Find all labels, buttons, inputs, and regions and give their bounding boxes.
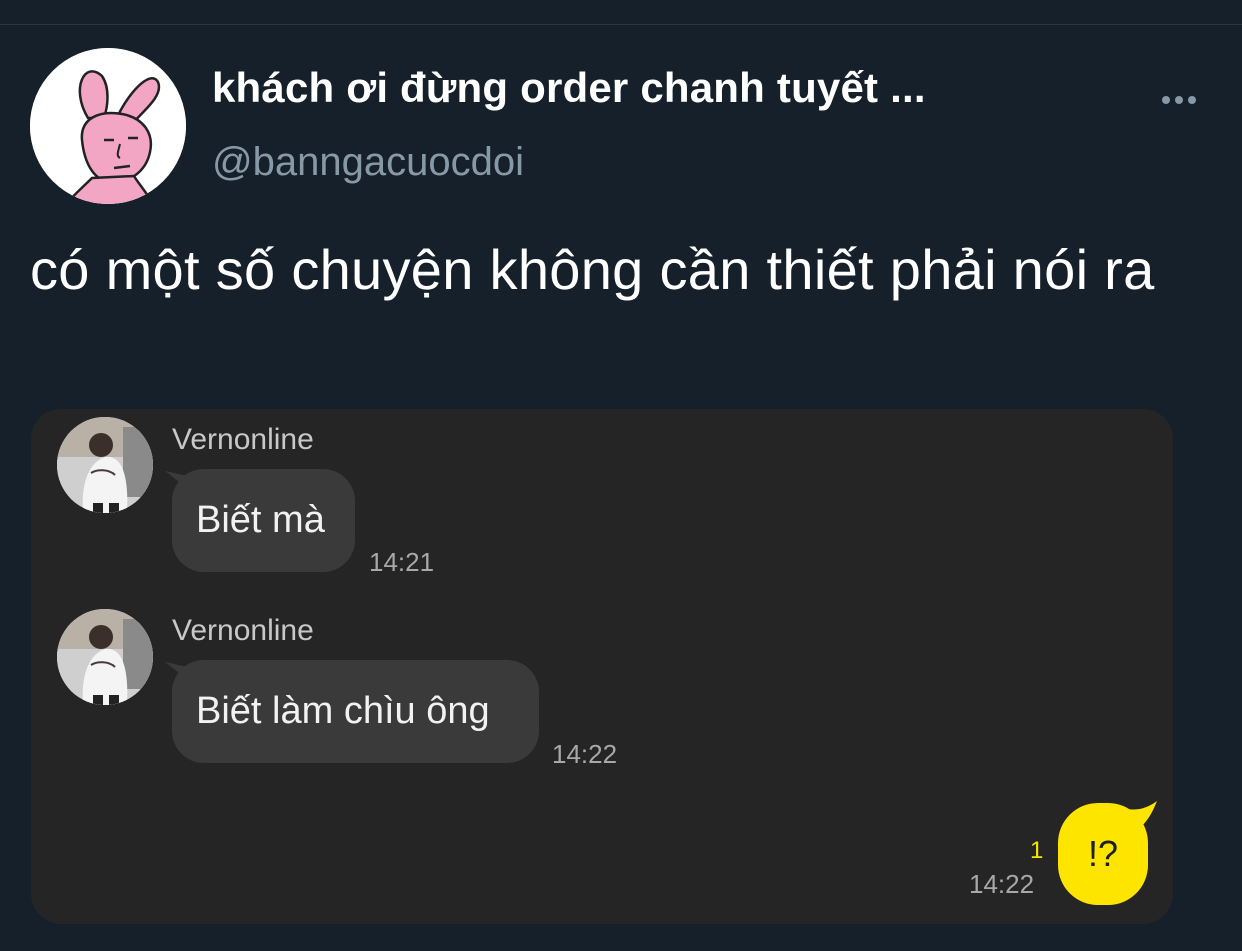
pink-bunny-avatar-icon — [30, 48, 186, 204]
more-options-button[interactable] — [1152, 80, 1206, 120]
message-timestamp: 14:22 — [552, 739, 618, 769]
message-bubble[interactable]: Biết làm chìu ông — [172, 660, 539, 763]
more-options-icon-dot — [1188, 96, 1196, 104]
message-text: Biết mà — [196, 499, 325, 541]
more-options-icon — [1162, 96, 1170, 104]
more-options-icon-dot — [1175, 96, 1183, 104]
sender-name: Vernonline — [172, 423, 314, 456]
message-text: !? — [1087, 833, 1119, 874]
sender-avatar — [57, 417, 153, 513]
message-bubble[interactable]: Biết mà — [172, 469, 355, 572]
bubble-tail — [1127, 801, 1157, 827]
message-timestamp: 14:21 — [369, 547, 435, 577]
tweet-text: có một số chuyện không cần thiết phải nó… — [30, 238, 1155, 301]
message-text: Biết làm chìu ông — [196, 690, 490, 732]
person-photo-icon — [57, 609, 153, 705]
sender-avatar — [57, 609, 153, 705]
message-timestamp: 14:22 — [969, 869, 1035, 899]
tweet-media-image[interactable]: Vernonline Biết mà 14:21 Vernonline Biết… — [31, 409, 1173, 924]
unread-count: 1 — [1030, 837, 1044, 864]
user-handle[interactable]: @banngacuocdoi — [212, 140, 524, 185]
person-photo-icon — [57, 417, 153, 513]
display-name[interactable]: khách ơi đừng order chanh tuyết ... — [212, 64, 926, 112]
sender-name: Vernonline — [172, 614, 314, 647]
top-divider — [0, 0, 1242, 25]
profile-avatar[interactable] — [30, 48, 186, 204]
